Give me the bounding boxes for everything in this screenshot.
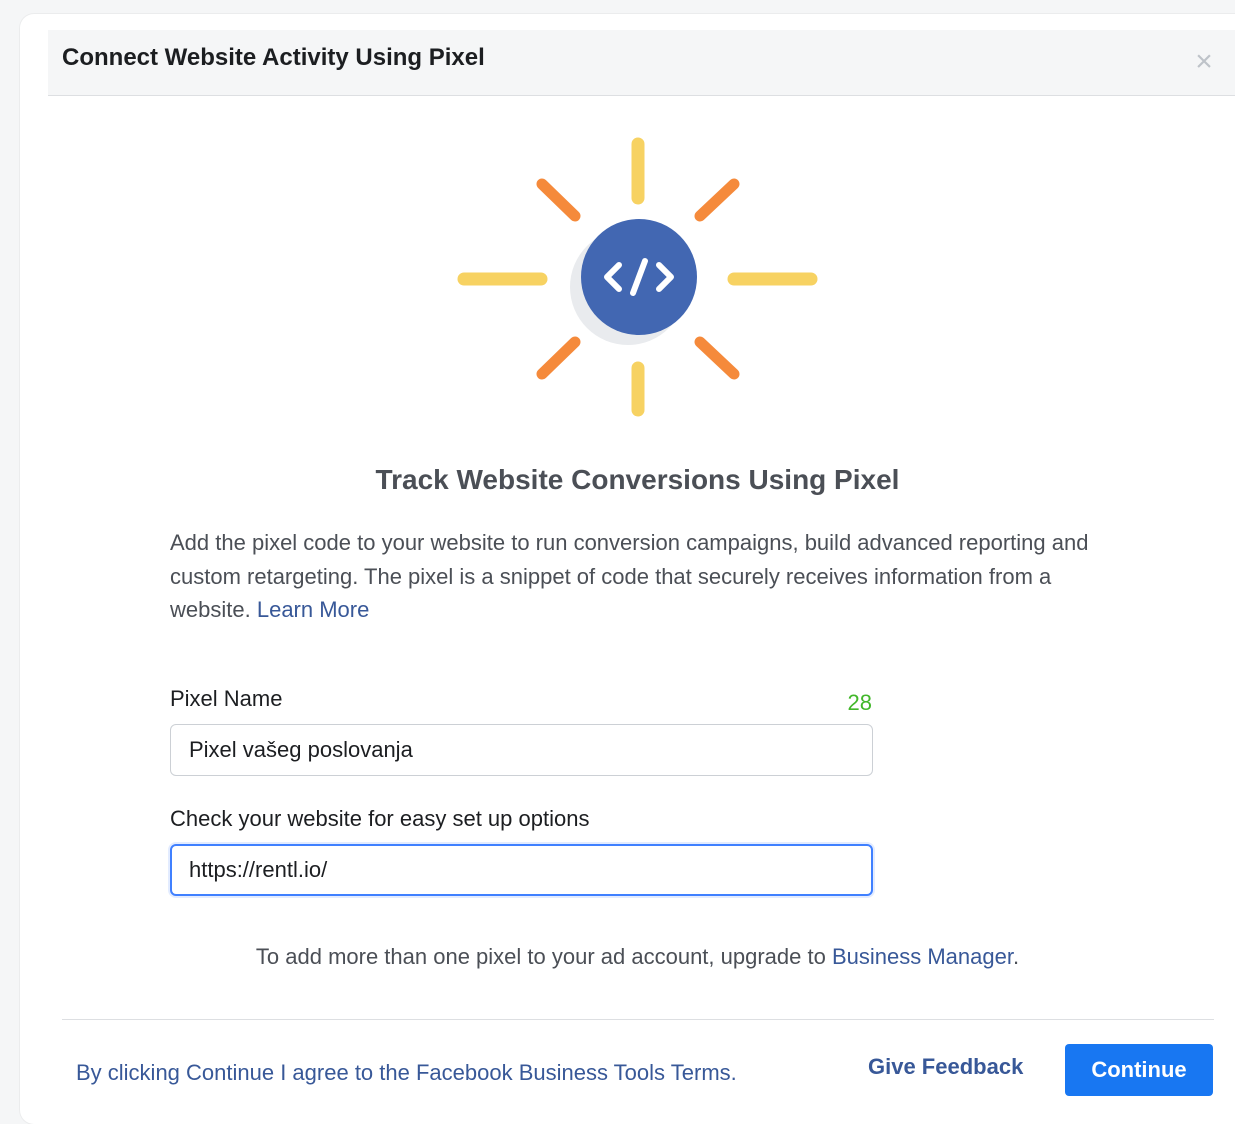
ray-top-left [536,178,581,222]
close-icon: × [1195,45,1213,78]
ray-bottom-left [536,336,581,380]
pixel-illustration [457,137,818,417]
footer-divider [62,1019,1214,1020]
terms-link[interactable]: By clicking Continue I agree to the Face… [76,1060,737,1086]
upgrade-text: To add more than one pixel to your ad ac… [255,944,832,969]
pixel-name-input[interactable] [170,724,873,776]
continue-button[interactable]: Continue [1065,1044,1213,1096]
close-button[interactable]: × [1189,47,1219,77]
dialog-header: Connect Website Activity Using Pixel × [48,30,1235,96]
website-url-input[interactable] [170,844,873,896]
upgrade-note: To add more than one pixel to your ad ac… [170,944,1105,970]
business-manager-link[interactable]: Business Manager [832,944,1013,969]
pixel-name-label: Pixel Name [170,686,283,711]
learn-more-link[interactable]: Learn More [257,597,370,622]
description: Add the pixel code to your website to ru… [170,526,1105,627]
dialog-title: Connect Website Activity Using Pixel [62,44,485,71]
pixel-dialog: Connect Website Activity Using Pixel × T… [20,14,1235,1124]
give-feedback-button[interactable]: Give Feedback [868,1054,1023,1080]
section-heading: Track Website Conversions Using Pixel [375,464,900,495]
ray-bottom-right [694,336,740,380]
character-count: 28 [847,690,872,715]
ray-top-right [694,178,740,222]
upgrade-suffix: . [1012,944,1020,969]
website-label: Check your website for easy set up optio… [170,806,590,831]
